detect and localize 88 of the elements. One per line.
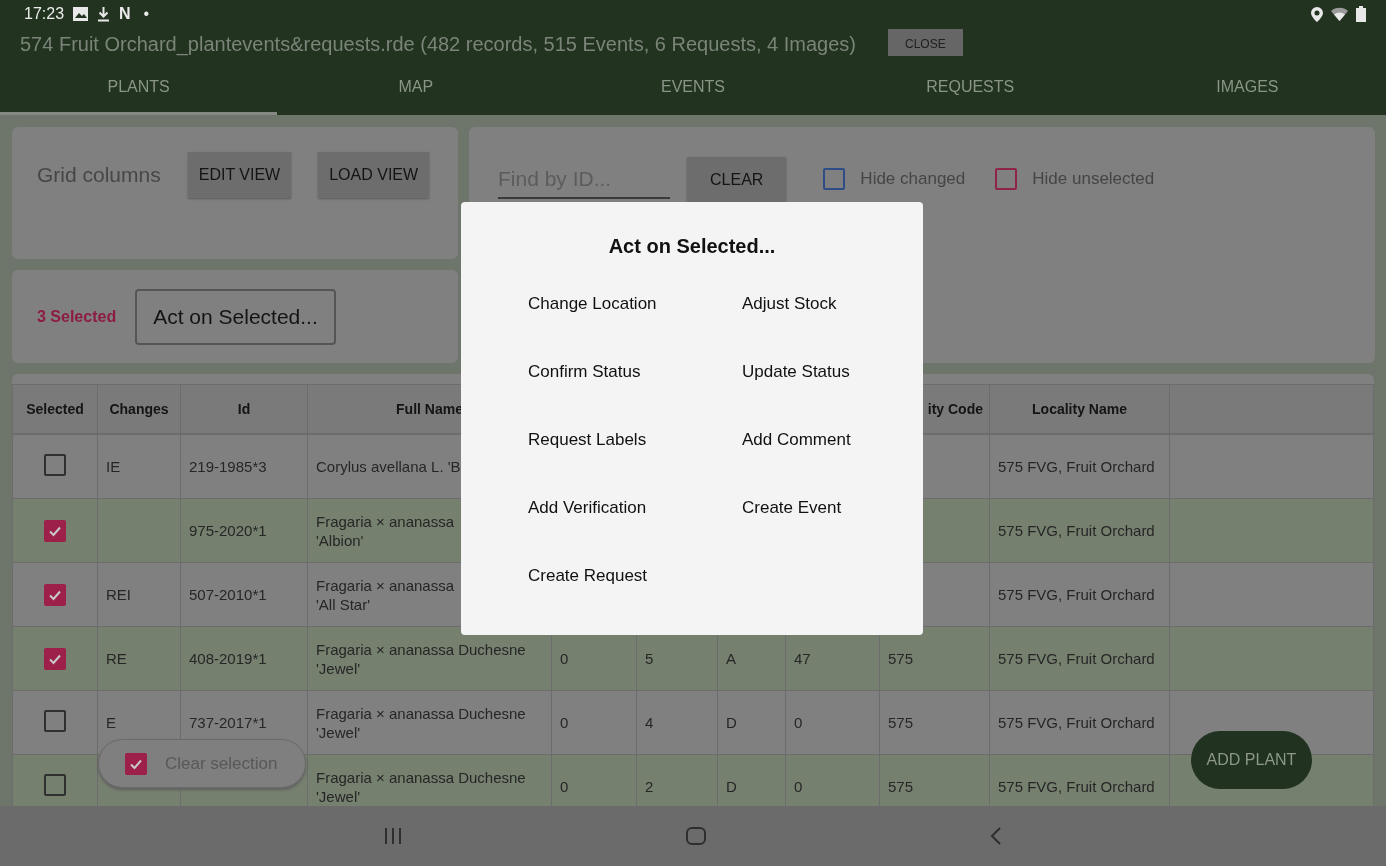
table-cell: 0 (560, 650, 569, 667)
table-cell: 5 (645, 650, 654, 667)
wifi-icon (1331, 7, 1348, 21)
checkbox-label: Hide changed (860, 169, 966, 189)
table-cell: A (726, 650, 736, 667)
table-cell: E (106, 714, 116, 731)
table-cell: IE (106, 458, 121, 475)
table-cell: 0 (560, 778, 569, 795)
row-checkbox[interactable] (44, 710, 66, 732)
table-cell: Fragaria × ananassa Duchesne 'Jewel' (316, 768, 526, 805)
grid-columns-label: Grid columns (37, 163, 161, 187)
dialog-option[interactable]: Add Comment (742, 430, 851, 450)
table-cell: 507-2010*1 (189, 586, 267, 603)
dialog-option[interactable]: Request Labels (528, 430, 647, 450)
recent-apps-icon (384, 828, 402, 844)
table-cell: 575 FVG, Fruit Orchard (998, 458, 1155, 475)
table-cell: D (726, 778, 737, 795)
checkbox-label: Hide unselected (1032, 169, 1155, 189)
table-cell: REI (106, 586, 131, 603)
row-checkbox[interactable] (44, 647, 66, 670)
table-cell: Corylus avellana L. 'B (316, 458, 461, 475)
view-button[interactable]: EDIT VIEW (187, 152, 292, 198)
row-checkbox[interactable] (44, 519, 66, 542)
table-cell: 737-2017*1 (189, 714, 267, 731)
dialog-option[interactable]: Update Status (742, 362, 850, 382)
column-header: Full Name (396, 401, 463, 417)
file-title: 574 Fruit Orchard_plantevents&requests.rde (482 records, 515 Events, 6 Requests, 4 Images) (20, 32, 856, 56)
table-cell: 575 (888, 778, 914, 795)
tab[interactable]: PLANTS (0, 60, 278, 115)
table-cell: RE (106, 650, 127, 667)
dialog-option[interactable]: Change Location (528, 294, 657, 314)
tab[interactable]: EVENTS (554, 60, 832, 115)
selected-count: 3 Selected (37, 307, 117, 326)
clock-time: 17:23 (24, 5, 65, 23)
column-header: ity Code (927, 401, 983, 417)
notification-mark: • (143, 5, 150, 23)
column-header: Id (237, 401, 251, 417)
dialog-title: Act on Selected... (607, 235, 777, 258)
table-cell: Fragaria × ananassa 'All Star' (316, 576, 454, 613)
tab[interactable]: MAP (277, 60, 555, 115)
battery-icon (1356, 6, 1366, 22)
table-cell: 575 (888, 650, 914, 667)
tab[interactable]: REQUESTS (831, 60, 1109, 115)
notification-mark: N (119, 5, 131, 23)
dialog-option[interactable]: Create Request (528, 566, 648, 586)
table-cell: 219-1985*3 (189, 458, 267, 475)
table-cell: 975-2020*1 (189, 522, 267, 539)
table-cell: 0 (560, 714, 569, 731)
table-cell: 575 FVG, Fruit Orchard (998, 586, 1155, 603)
home-icon (686, 827, 706, 845)
table-cell: 0 (794, 778, 803, 795)
location-pin-icon (1311, 6, 1323, 22)
row-checkbox[interactable] (44, 774, 66, 796)
add-plant-button[interactable]: ADD PLANT (1191, 731, 1312, 789)
table-cell: 408-2019*1 (189, 650, 267, 667)
column-header: Selected (26, 401, 84, 417)
dialog-option[interactable]: Add Verification (528, 498, 647, 518)
dialog-option[interactable]: Confirm Status (528, 362, 641, 382)
table-cell: 4 (645, 714, 654, 731)
table-cell: Fragaria × ananassa 'Albion' (316, 512, 454, 549)
table-cell: 575 FVG, Fruit Orchard (998, 778, 1155, 795)
table-cell: Fragaria × ananassa Duchesne 'Jewel' (316, 704, 526, 741)
dialog-option[interactable]: Create Event (742, 498, 842, 518)
image-icon (73, 7, 89, 21)
close-button[interactable]: CLOSE (888, 28, 963, 56)
table-cell: Fragaria × ananassa Duchesne 'Jewel' (316, 640, 526, 677)
table-cell: 575 FVG, Fruit Orchard (998, 522, 1155, 539)
table-cell: 0 (794, 714, 803, 731)
row-checkbox[interactable] (44, 454, 66, 476)
table-cell: D (726, 714, 737, 731)
back-icon (990, 827, 1002, 845)
column-header: Changes (109, 401, 169, 417)
table-cell: 575 FVG, Fruit Orchard (998, 650, 1155, 667)
table-cell: 47 (794, 650, 811, 667)
act-on-selected-button[interactable]: Act on Selected... (135, 288, 336, 345)
tab[interactable]: IMAGES (1108, 60, 1386, 115)
table-cell: 575 FVG, Fruit Orchard (998, 714, 1155, 731)
view-button[interactable]: LOAD VIEW (318, 152, 430, 198)
table-cell: 2 (645, 778, 654, 795)
clear-button[interactable]: CLEAR (687, 157, 787, 203)
column-header: Locality Name (1032, 401, 1127, 417)
filter-checkbox[interactable] (995, 168, 1018, 190)
row-checkbox[interactable] (44, 583, 66, 606)
table-cell: 575 (888, 714, 914, 731)
download-icon (97, 6, 111, 22)
chip-checkbox[interactable] (125, 752, 147, 775)
filter-checkbox[interactable] (823, 168, 846, 190)
dialog-option[interactable]: Adjust Stock (742, 294, 837, 314)
